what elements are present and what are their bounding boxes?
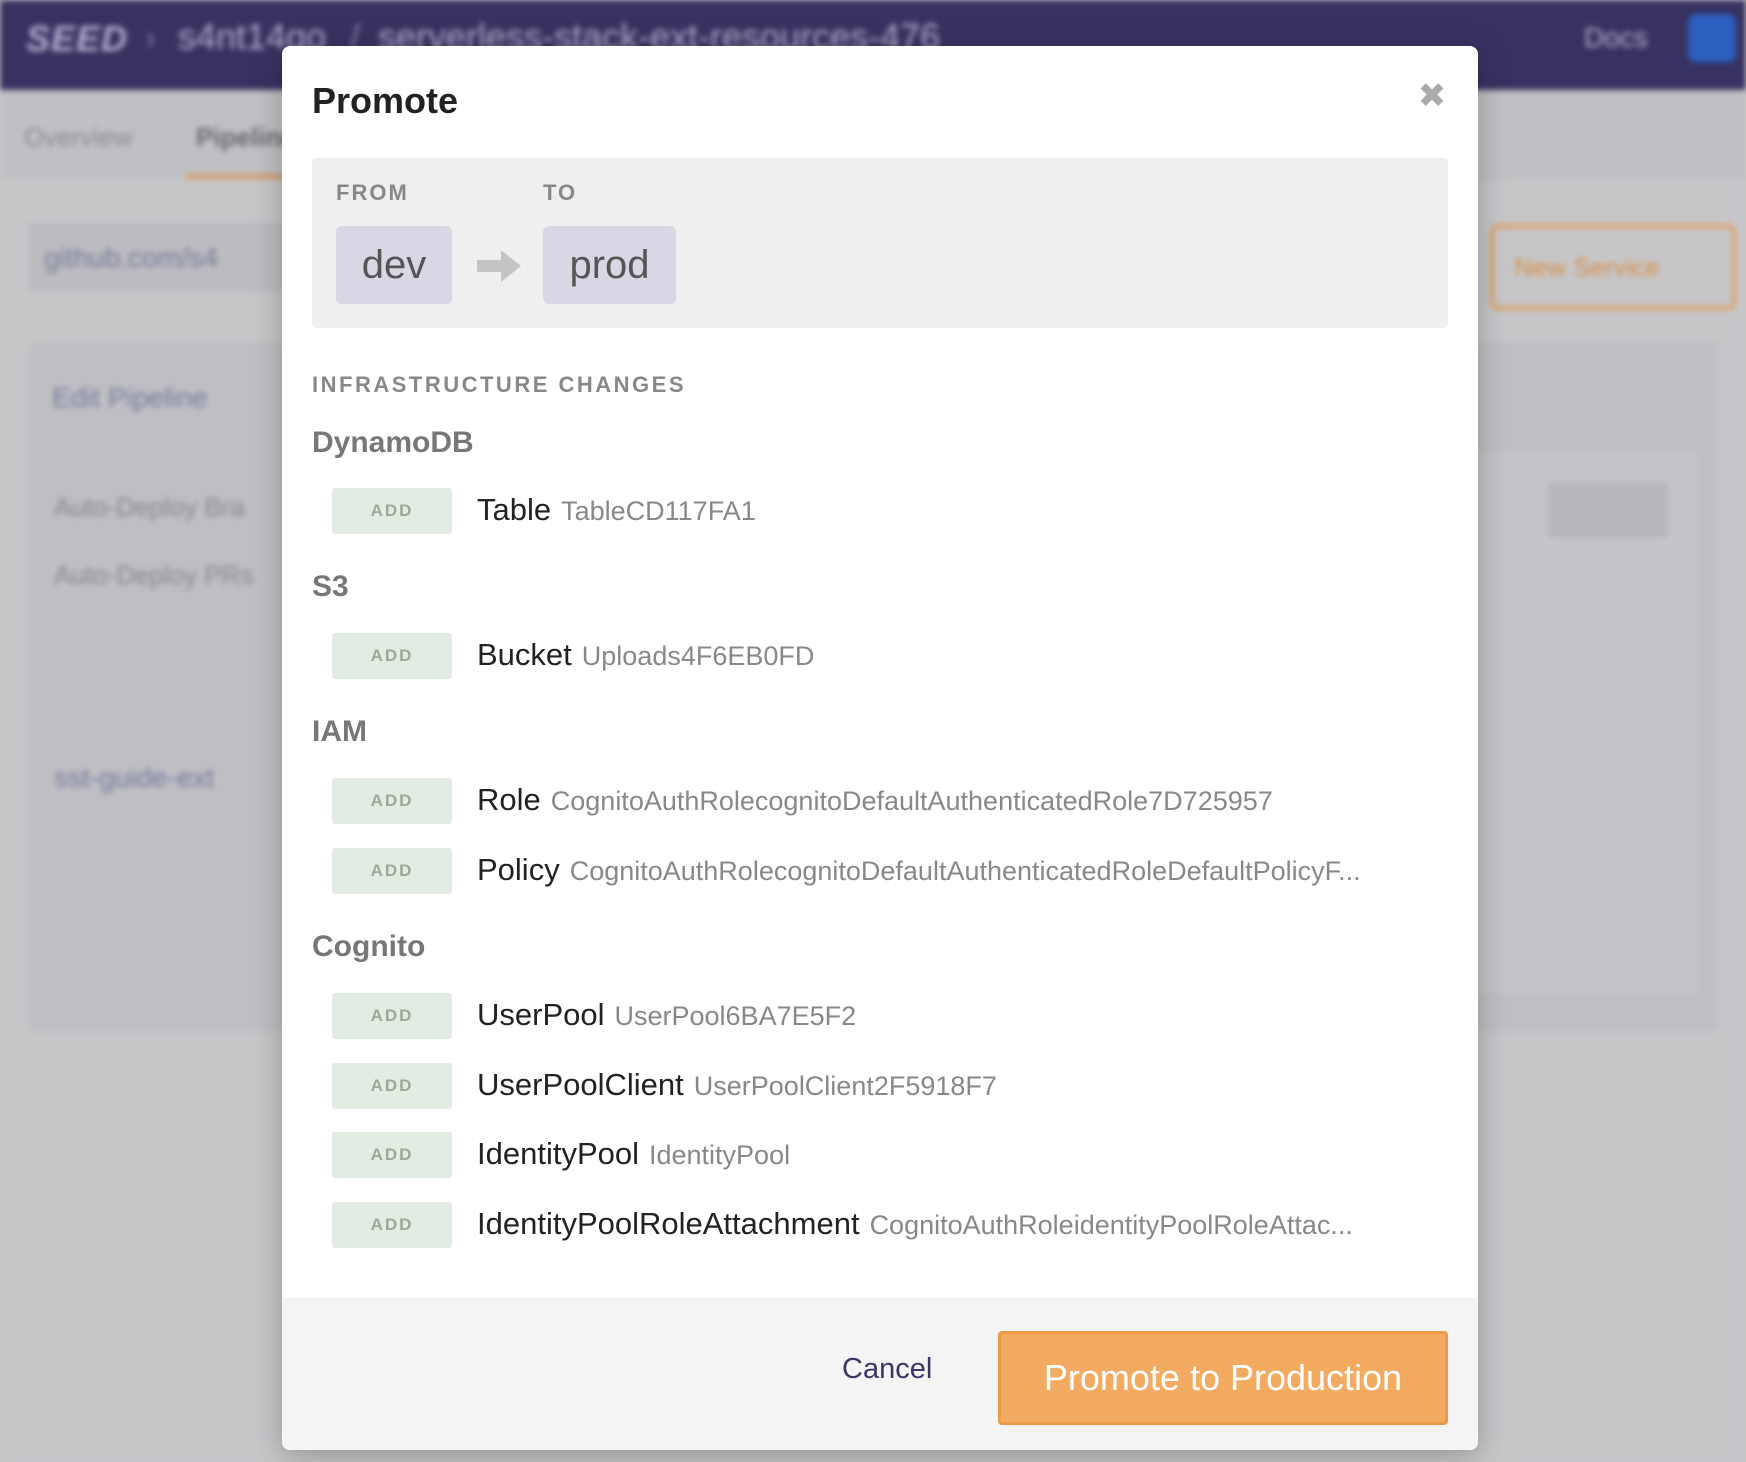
infrastructure-changes-heading: INFRASTRUCTURE CHANGES <box>312 372 686 397</box>
add-badge: ADD <box>332 778 452 824</box>
stage-promotion-box: FROM TO dev prod <box>312 158 1448 328</box>
resource-type: IdentityPool <box>477 1136 639 1171</box>
resource-id: TableCD117FA1 <box>561 496 756 526</box>
add-badge: ADD <box>332 848 452 894</box>
change-detail: Bucket Uploads4F6EB0FD <box>477 637 1442 673</box>
resource-id: CognitoAuthRolecognitoDefaultAuthenticat… <box>569 856 1361 886</box>
group-heading-iam: IAM <box>312 715 367 748</box>
resource-type: Role <box>477 782 541 817</box>
resource-type: UserPool <box>477 997 605 1032</box>
change-detail: UserPool UserPool6BA7E5F2 <box>477 997 1442 1033</box>
change-row: ADD IdentityPoolRoleAttachment CognitoAut… <box>332 1202 1442 1248</box>
arrow-right-icon <box>477 250 521 282</box>
resource-id: CognitoAuthRoleidentityPoolRoleAttac... <box>869 1210 1353 1240</box>
resource-id: CognitoAuthRolecognitoDefaultAuthenticat… <box>550 786 1273 816</box>
promote-to-production-button[interactable]: Promote to Production <box>998 1331 1448 1425</box>
change-row: ADD Bucket Uploads4F6EB0FD <box>332 633 1442 679</box>
resource-id: UserPoolClient2F5918F7 <box>693 1071 997 1101</box>
to-label: TO <box>543 180 578 205</box>
resource-type: IdentityPoolRoleAttachment <box>477 1206 860 1241</box>
group-heading-dynamodb: DynamoDB <box>312 426 474 459</box>
add-badge: ADD <box>332 993 452 1039</box>
modal-footer: Cancel Promote to Production <box>282 1298 1478 1450</box>
promote-modal: Promote ✖ FROM TO dev prod INFRASTRUCTUR… <box>282 46 1478 1450</box>
from-stage: dev <box>336 226 452 304</box>
cancel-button[interactable]: Cancel <box>842 1353 932 1386</box>
change-row: ADD UserPoolClient UserPoolClient2F5918F7 <box>332 1063 1442 1109</box>
resource-id: UserPool6BA7E5F2 <box>614 1001 857 1031</box>
change-detail: Policy CognitoAuthRolecognitoDefaultAuthe… <box>477 852 1442 888</box>
resource-type: Bucket <box>477 637 572 672</box>
resource-type: UserPoolClient <box>477 1067 684 1102</box>
change-detail: IdentityPoolRoleAttachment CognitoAuthRol… <box>477 1206 1442 1242</box>
change-row: ADD Policy CognitoAuthRolecognitoDefaultA… <box>332 848 1442 894</box>
from-label: FROM <box>336 180 409 205</box>
to-stage: prod <box>543 226 676 304</box>
change-detail: Table TableCD117FA1 <box>477 492 1442 528</box>
group-heading-s3: S3 <box>312 570 349 603</box>
add-badge: ADD <box>332 488 452 534</box>
change-row: ADD IdentityPool IdentityPool <box>332 1132 1442 1178</box>
resource-type: Policy <box>477 852 560 887</box>
change-row: ADD Table TableCD117FA1 <box>332 488 1442 534</box>
change-detail: UserPoolClient UserPoolClient2F5918F7 <box>477 1067 1442 1103</box>
change-detail: IdentityPool IdentityPool <box>477 1136 1442 1172</box>
change-row: ADD UserPool UserPool6BA7E5F2 <box>332 993 1442 1039</box>
modal-title: Promote <box>312 80 459 121</box>
close-icon[interactable]: ✖ <box>1412 76 1452 116</box>
add-badge: ADD <box>332 1132 452 1178</box>
resource-id: IdentityPool <box>649 1140 791 1170</box>
resource-id: Uploads4F6EB0FD <box>581 641 815 671</box>
add-badge: ADD <box>332 633 452 679</box>
group-heading-cognito: Cognito <box>312 930 426 963</box>
change-detail: Role CognitoAuthRolecognitoDefaultAuthent… <box>477 782 1442 818</box>
resource-type: Table <box>477 492 552 527</box>
add-badge: ADD <box>332 1202 452 1248</box>
add-badge: ADD <box>332 1063 452 1109</box>
change-row: ADD Role CognitoAuthRolecognitoDefaultAut… <box>332 778 1442 824</box>
